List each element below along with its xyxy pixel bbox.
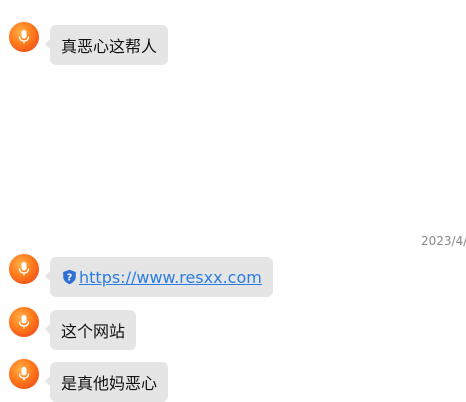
message-text: 这个网站 xyxy=(61,322,126,341)
avatar[interactable] xyxy=(9,307,39,337)
microphone-icon xyxy=(17,261,31,277)
avatar[interactable] xyxy=(9,359,39,389)
microphone-icon xyxy=(17,314,31,330)
message-bubble[interactable]: 这个网站 xyxy=(44,310,137,350)
microphone-icon xyxy=(17,366,31,382)
avatar[interactable] xyxy=(9,254,39,284)
message-text: 是真他妈恶心 xyxy=(61,374,158,393)
message-bubble[interactable]: 真恶心这帮人 xyxy=(44,25,169,65)
avatar[interactable] xyxy=(9,22,39,52)
svg-text:?: ? xyxy=(66,273,72,284)
message-text: 真恶心这帮人 xyxy=(61,37,158,56)
message-bubble-link[interactable]: ? https://www.resxx.com xyxy=(45,257,273,297)
microphone-icon xyxy=(17,29,31,45)
message-bubble[interactable]: 是真他妈恶心 xyxy=(44,362,169,402)
timestamp: 2023/4/ xyxy=(421,234,466,248)
message-link[interactable]: https://www.resxx.com xyxy=(79,268,262,287)
chat-view: 真恶心这帮人 2023/4/ ? https://www.resxx.com 这… xyxy=(0,0,466,402)
shield-check-icon: ? xyxy=(61,269,77,285)
